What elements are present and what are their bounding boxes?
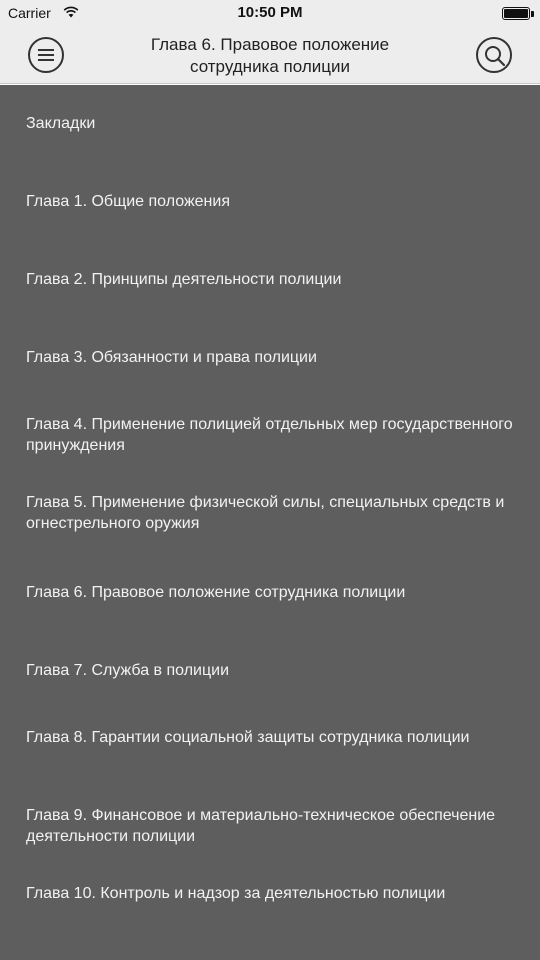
battery-icon — [502, 7, 530, 20]
battery-fill — [504, 9, 528, 18]
list-item-chapter-9[interactable]: Глава 9. Финансовое и материально-технич… — [26, 805, 516, 847]
list-item-chapter-3[interactable]: Глава 3. Обязанности и права полиции — [26, 347, 516, 368]
hamburger-menu-icon-line — [38, 59, 54, 61]
hamburger-menu-button[interactable] — [28, 37, 64, 73]
list-item-chapter-10[interactable]: Глава 10. Контроль и надзор за деятельно… — [26, 883, 516, 904]
hamburger-menu-icon-line — [38, 54, 54, 56]
list-item-chapter-1[interactable]: Глава 1. Общие положения — [26, 191, 516, 212]
chapter-drawer: Закладки Глава 1. Общие положения Глава … — [0, 85, 540, 960]
search-icon — [485, 46, 506, 67]
navigation-bar: Глава 6. Правовое положение сотрудника п… — [0, 28, 540, 84]
status-time: 10:50 PM — [237, 4, 303, 21]
list-item-chapter-2[interactable]: Глава 2. Принципы деятельности полиции — [26, 269, 516, 290]
battery-tip — [531, 11, 534, 17]
list-item-chapter-6[interactable]: Глава 6. Правовое положение сотрудника п… — [26, 582, 516, 603]
status-bar: Carrier 10:50 PM — [0, 0, 540, 28]
list-item-chapter-8[interactable]: Глава 8. Гарантии социальной защиты сотр… — [26, 727, 516, 748]
page-title: Глава 6. Правовое положение сотрудника п… — [150, 35, 390, 76]
list-item-chapter-5[interactable]: Глава 5. Применение физической силы, спе… — [26, 492, 516, 534]
app-screen: Carrier 10:50 PM Глава 6. Правовое полож… — [0, 0, 540, 960]
list-item-bookmarks[interactable]: Закладки — [26, 113, 516, 134]
search-button[interactable] — [476, 37, 512, 73]
list-item-chapter-4[interactable]: Глава 4. Применение полицией отдельных м… — [26, 414, 516, 456]
hamburger-menu-icon — [38, 49, 54, 51]
list-item-chapter-7[interactable]: Глава 7. Служба в полиции — [26, 660, 516, 681]
